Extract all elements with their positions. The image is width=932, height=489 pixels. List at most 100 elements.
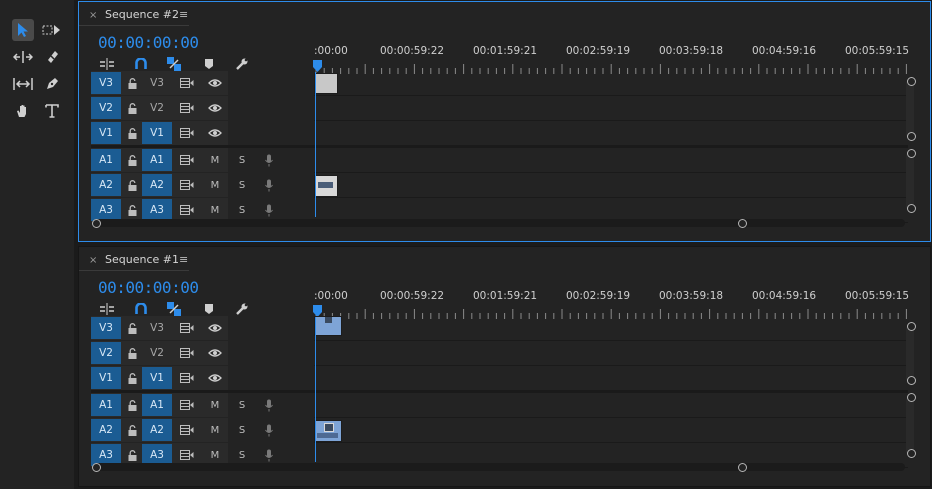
mute-track-button[interactable]: M bbox=[208, 203, 222, 217]
toggle-track-output-eye-icon[interactable] bbox=[208, 321, 222, 335]
mute-track-button[interactable]: M bbox=[208, 423, 222, 437]
toggle-sync-lock-icon[interactable] bbox=[180, 398, 194, 412]
clip-audio[interactable] bbox=[314, 175, 338, 197]
slip-tool[interactable] bbox=[12, 73, 34, 95]
lock-track-icon[interactable] bbox=[125, 203, 139, 217]
solo-track-button[interactable]: S bbox=[235, 203, 249, 217]
track-target-v2[interactable]: V2 bbox=[142, 97, 172, 119]
track-lane-v2[interactable] bbox=[314, 341, 908, 366]
toggle-track-output-eye-icon[interactable] bbox=[208, 76, 222, 90]
horizontal-zoom-scrollbar[interactable] bbox=[93, 463, 905, 471]
voice-over-record-mic-icon[interactable] bbox=[262, 398, 276, 412]
video-vertical-scrollbar[interactable] bbox=[906, 325, 914, 383]
track-lane-v3[interactable] bbox=[314, 316, 908, 341]
source-patch-a1[interactable]: A1 bbox=[91, 394, 121, 416]
voice-over-record-mic-icon[interactable] bbox=[262, 423, 276, 437]
lock-track-icon[interactable] bbox=[125, 371, 139, 385]
add-marker-icon[interactable] bbox=[202, 57, 216, 71]
source-patch-a2[interactable]: A2 bbox=[91, 419, 121, 441]
toggle-track-output-eye-icon[interactable] bbox=[208, 346, 222, 360]
ripple-edit-tool[interactable] bbox=[12, 46, 34, 68]
lock-track-icon[interactable] bbox=[125, 76, 139, 90]
pen-tool[interactable] bbox=[41, 73, 63, 95]
track-target-v2[interactable]: V2 bbox=[142, 342, 172, 364]
zoom-scrollbar-left-handle[interactable] bbox=[92, 219, 101, 228]
source-patch-a1[interactable]: A1 bbox=[91, 149, 121, 171]
scrollbar-handle[interactable] bbox=[907, 132, 916, 141]
timeline-panel-sequence-1[interactable]: × Sequence #1 ≡ 00:00:00:00 :00:00 00:00… bbox=[78, 246, 931, 487]
scrollbar-handle[interactable] bbox=[907, 322, 916, 331]
solo-track-button[interactable]: S bbox=[235, 178, 249, 192]
lock-track-icon[interactable] bbox=[125, 178, 139, 192]
hand-tool[interactable] bbox=[12, 100, 34, 122]
track-select-forward-tool[interactable] bbox=[41, 19, 63, 41]
toggle-track-output-eye-icon[interactable] bbox=[208, 101, 222, 115]
toggle-sync-lock-icon[interactable] bbox=[180, 178, 194, 192]
video-vertical-scrollbar[interactable] bbox=[906, 80, 914, 138]
type-tool[interactable] bbox=[41, 100, 63, 122]
lock-track-icon[interactable] bbox=[125, 321, 139, 335]
lock-track-icon[interactable] bbox=[125, 153, 139, 167]
playhead-line[interactable] bbox=[315, 317, 316, 462]
timeline-settings-wrench-icon[interactable] bbox=[235, 302, 249, 316]
linked-selection-icon[interactable] bbox=[167, 57, 181, 71]
add-marker-icon[interactable] bbox=[202, 302, 216, 316]
toggle-sync-lock-icon[interactable] bbox=[180, 126, 194, 140]
audio-vertical-scrollbar[interactable] bbox=[906, 152, 914, 210]
toggle-sync-lock-icon[interactable] bbox=[180, 448, 194, 462]
track-lane-v1[interactable] bbox=[314, 366, 908, 391]
playhead-timecode[interactable]: 00:00:00:00 bbox=[98, 33, 199, 52]
timeline-settings-wrench-icon[interactable] bbox=[235, 57, 249, 71]
playhead-timecode[interactable]: 00:00:00:00 bbox=[98, 278, 199, 297]
track-target-v1[interactable]: V1 bbox=[142, 367, 172, 389]
horizontal-zoom-scrollbar[interactable] bbox=[93, 219, 905, 227]
lock-track-icon[interactable] bbox=[125, 423, 139, 437]
mute-track-button[interactable]: M bbox=[208, 153, 222, 167]
track-lane-a2[interactable] bbox=[314, 173, 908, 198]
source-patch-a3[interactable]: A3 bbox=[91, 199, 121, 221]
toggle-sync-lock-icon[interactable] bbox=[180, 101, 194, 115]
track-lane-a1[interactable] bbox=[314, 393, 908, 418]
lock-track-icon[interactable] bbox=[125, 126, 139, 140]
track-target-a1[interactable]: A1 bbox=[142, 394, 172, 416]
toggle-track-output-eye-icon[interactable] bbox=[208, 126, 222, 140]
scrollbar-handle[interactable] bbox=[907, 393, 916, 402]
toggle-sync-lock-icon[interactable] bbox=[180, 371, 194, 385]
track-lane-a2[interactable] bbox=[314, 418, 908, 443]
track-target-v1[interactable]: V1 bbox=[142, 122, 172, 144]
source-patch-v1[interactable]: V1 bbox=[91, 122, 121, 144]
audio-vertical-scrollbar[interactable] bbox=[906, 397, 914, 455]
close-tab-button[interactable]: × bbox=[89, 255, 97, 266]
source-patch-v2[interactable]: V2 bbox=[91, 97, 121, 119]
source-patch-a2[interactable]: A2 bbox=[91, 174, 121, 196]
toggle-track-output-eye-icon[interactable] bbox=[208, 371, 222, 385]
lock-track-icon[interactable] bbox=[125, 398, 139, 412]
toggle-sync-lock-icon[interactable] bbox=[180, 203, 194, 217]
panel-menu-icon[interactable]: ≡ bbox=[179, 8, 188, 21]
solo-track-button[interactable]: S bbox=[235, 153, 249, 167]
solo-track-button[interactable]: S bbox=[235, 423, 249, 437]
close-tab-button[interactable]: × bbox=[89, 10, 97, 21]
panel-menu-icon[interactable]: ≡ bbox=[179, 253, 188, 266]
scrollbar-handle[interactable] bbox=[907, 77, 916, 86]
zoom-scrollbar-left-handle[interactable] bbox=[92, 463, 101, 472]
scrollbar-handle[interactable] bbox=[907, 204, 916, 213]
insert-overwrite-sequences-icon[interactable] bbox=[100, 57, 114, 71]
razor-tool[interactable] bbox=[41, 46, 63, 68]
mute-track-button[interactable]: M bbox=[208, 448, 222, 462]
insert-overwrite-sequences-icon[interactable] bbox=[100, 302, 114, 316]
toggle-sync-lock-icon[interactable] bbox=[180, 153, 194, 167]
zoom-scrollbar-right-handle[interactable] bbox=[738, 463, 747, 472]
clip-blue[interactable] bbox=[314, 316, 342, 336]
playhead-line[interactable] bbox=[315, 72, 316, 217]
lock-track-icon[interactable] bbox=[125, 346, 139, 360]
solo-track-button[interactable]: S bbox=[235, 448, 249, 462]
track-lane-v1[interactable] bbox=[314, 121, 908, 146]
clip-gray[interactable] bbox=[314, 73, 338, 94]
track-target-v3[interactable]: V3 bbox=[142, 317, 172, 339]
voice-over-record-mic-icon[interactable] bbox=[262, 203, 276, 217]
scrollbar-handle[interactable] bbox=[907, 149, 916, 158]
selection-tool[interactable] bbox=[12, 19, 34, 41]
track-target-a1[interactable]: A1 bbox=[142, 149, 172, 171]
track-target-a2[interactable]: A2 bbox=[142, 419, 172, 441]
